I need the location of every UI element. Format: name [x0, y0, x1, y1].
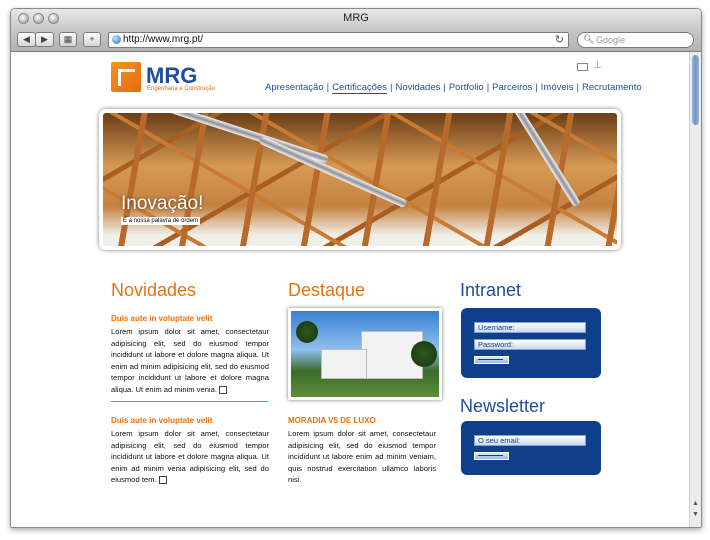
banner-title: Inovação!: [121, 193, 204, 214]
nav-item-imoveis[interactable]: Imóveis: [541, 82, 574, 93]
search-icon: 🔍︎: [583, 34, 595, 44]
banner-subtitle: É a nossa palavra de ordem: [121, 217, 201, 225]
nav-separator: |: [326, 82, 330, 93]
browser-window: MRG ◀ ▶ ▦ + http://www.mrg.pt/ ↻ 🔍︎ Goog…: [10, 8, 702, 528]
password-field[interactable]: Password:: [474, 339, 586, 350]
palm-tree: [296, 321, 318, 343]
email-field[interactable]: O seu email:: [474, 435, 586, 446]
news-item-title[interactable]: Duis aute in voluptate velit: [111, 416, 212, 425]
featured-title[interactable]: MORADIA V5 DE LUXO: [288, 416, 376, 425]
hero-banner: Inovação! É a nossa palavra de ordem: [99, 109, 621, 250]
chevron-right-icon: ▶: [41, 34, 48, 44]
nav-item-apresentacao[interactable]: Apresentação: [265, 82, 324, 93]
main-navigation: Apresentação | Certificações | Novidades | Por…: [265, 82, 642, 94]
window-title: MRG: [343, 12, 369, 24]
newsletter-heading: Newsletter: [460, 396, 546, 416]
news-item-text: Lorem ipsum dolor sit amet, consectetaur…: [111, 326, 269, 395]
scroll-down-icon[interactable]: ▼: [691, 510, 700, 519]
grid-icon: ▦: [63, 34, 73, 44]
news-item-body: Lorem ipsum dolor sit amet, consectetaur…: [111, 327, 269, 394]
plus-icon: +: [89, 34, 95, 44]
newsletter-panel: O seu email:: [461, 421, 601, 475]
sitemap-icon[interactable]: ⊥: [593, 60, 602, 71]
news-item-text: Lorem ipsum dolor sit amet, consectetaur…: [111, 428, 269, 486]
url-text: http://www.mrg.pt/: [123, 34, 204, 45]
address-bar[interactable]: http://www.mrg.pt/ ↻: [108, 32, 569, 48]
subscribe-button[interactable]: [474, 452, 509, 460]
featured-house-image[interactable]: [288, 308, 442, 400]
chevron-left-icon: ◀: [23, 34, 30, 44]
nav-separator: |: [576, 82, 579, 93]
nav-separator: |: [486, 82, 490, 93]
back-button[interactable]: ◀: [17, 32, 36, 47]
read-more-icon[interactable]: [218, 385, 227, 394]
nav-item-novidades[interactable]: Novidades: [395, 82, 440, 93]
scrollbar-thumb[interactable]: [692, 55, 699, 125]
logo-icon[interactable]: [111, 62, 141, 92]
scroll-up-icon[interactable]: ▲: [691, 499, 700, 508]
search-field[interactable]: 🔍︎ Google: [577, 32, 694, 48]
mail-icon[interactable]: [577, 63, 588, 71]
nav-item-portfolio[interactable]: Portfolio: [449, 82, 484, 93]
read-more-icon[interactable]: [158, 476, 167, 484]
nav-item-recrutamento[interactable]: Recrutamento: [582, 82, 642, 93]
web-page: MRG Engenharia e Construção ⊥ Apresentaç…: [11, 52, 689, 527]
banner-pipe: [494, 113, 582, 208]
search-placeholder: Google: [596, 35, 626, 45]
nav-item-parceiros[interactable]: Parceiros: [492, 82, 532, 93]
featured-text: Lorem ipsum dolor sit amet, consectetaur…: [288, 429, 436, 484]
globe-icon: [112, 35, 121, 44]
reload-icon[interactable]: ↻: [555, 33, 564, 46]
house-wall: [321, 349, 367, 379]
intranet-heading: Intranet: [460, 280, 522, 300]
logo-tagline: Engenharia e Construção: [147, 86, 216, 92]
news-item-body: Lorem ipsum dolor sit amet, consectetaur…: [111, 429, 269, 484]
novidades-heading: Novidades: [111, 280, 197, 300]
login-button[interactable]: [474, 356, 509, 364]
bookmarks-button[interactable]: ▦: [59, 32, 77, 47]
add-bookmark-button[interactable]: +: [83, 32, 101, 47]
palm-tree: [411, 341, 437, 367]
browser-toolbar: ◀ ▶ ▦ + http://www.mrg.pt/ ↻ 🔍︎ Google: [11, 29, 701, 52]
nav-separator: |: [390, 82, 393, 93]
destaque-heading: Destaque: [288, 280, 366, 300]
nav-item-certificacoes[interactable]: Certificações: [332, 82, 388, 94]
news-item-title[interactable]: Duis aute in voluptate velit: [111, 314, 212, 323]
nav-separator: |: [535, 82, 538, 93]
intranet-login-panel: Username: Password:: [461, 308, 601, 378]
banner-pipe: [258, 135, 408, 209]
vertical-scrollbar[interactable]: ▲ ▼: [689, 52, 701, 527]
forward-button[interactable]: ▶: [35, 32, 54, 47]
nav-separator: |: [443, 82, 446, 93]
title-bar: MRG: [11, 9, 701, 29]
username-field[interactable]: Username:: [474, 322, 586, 333]
news-divider: [111, 401, 268, 402]
